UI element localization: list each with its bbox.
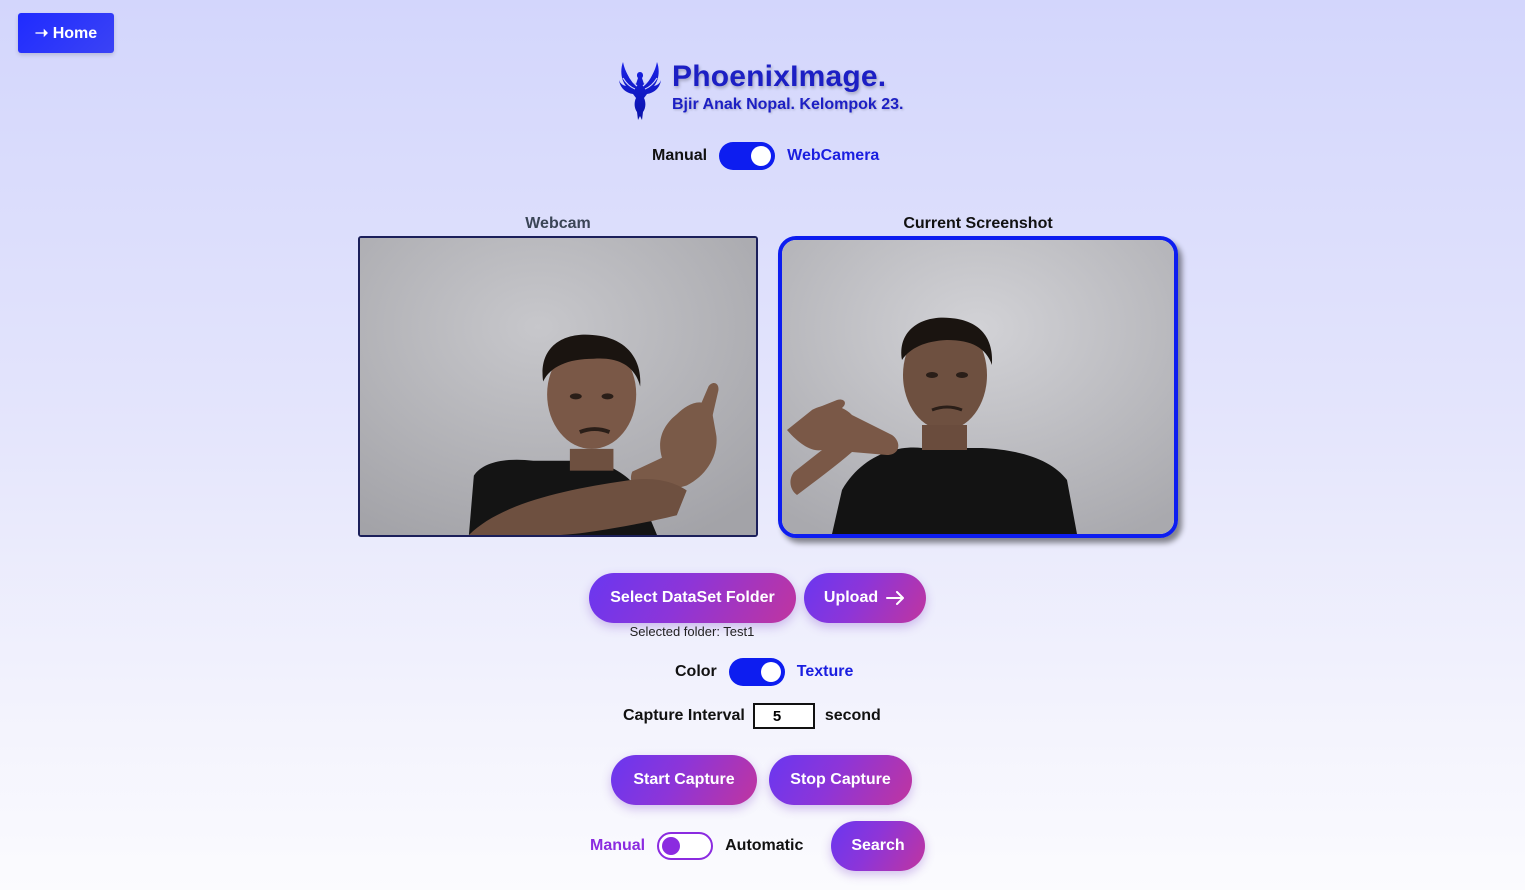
capture-interval-label: Capture Interval [623, 707, 745, 724]
capture-interval-row: Capture Interval second [623, 703, 881, 729]
search-mode-switch[interactable] [657, 832, 714, 860]
webcam-label: Webcam [525, 215, 591, 232]
feature-switch[interactable] [728, 658, 785, 686]
input-mode-switch[interactable] [719, 142, 776, 170]
arrow-right-icon [886, 591, 905, 605]
select-dataset-folder-button[interactable]: Select DataSet Folder [589, 573, 796, 623]
feature-toggle-row: Color Texture [675, 658, 853, 686]
app-title: PhoenixImage. [672, 60, 887, 93]
stop-capture-button[interactable]: Stop Capture [769, 755, 912, 805]
search-mode-toggle-row: Manual Automatic [590, 832, 803, 860]
input-mode-toggle-row: Manual WebCamera [652, 142, 879, 170]
start-capture-button[interactable]: Start Capture [611, 755, 757, 805]
search-button[interactable]: Search [831, 821, 925, 871]
phoenix-logo-icon [619, 62, 661, 120]
current-screenshot [778, 236, 1178, 538]
capture-unit-label: second [824, 707, 881, 724]
upload-button[interactable]: Upload [804, 573, 926, 623]
selected-folder-text: Selected folder: Test1 [629, 624, 755, 639]
upload-label: Upload [823, 589, 879, 606]
mode-manual-label: Manual [652, 147, 708, 164]
screenshot-label: Current Screenshot [903, 215, 1053, 232]
brand-header: PhoenixImage. Bjir Anak Nopal. Kelompok … [617, 58, 903, 124]
capture-interval-input[interactable] [752, 703, 815, 729]
webcam-feed [358, 236, 758, 537]
feature-color-label: Color [675, 663, 717, 680]
mode-webcamera-label: WebCamera [787, 147, 880, 164]
search-automatic-label: Automatic [725, 837, 804, 854]
app-subtitle: Bjir Anak Nopal. Kelompok 23. [672, 96, 904, 113]
home-button[interactable]: ➝ Home [18, 13, 114, 53]
feature-texture-label: Texture [796, 663, 854, 680]
search-manual-label: Manual [590, 837, 646, 854]
